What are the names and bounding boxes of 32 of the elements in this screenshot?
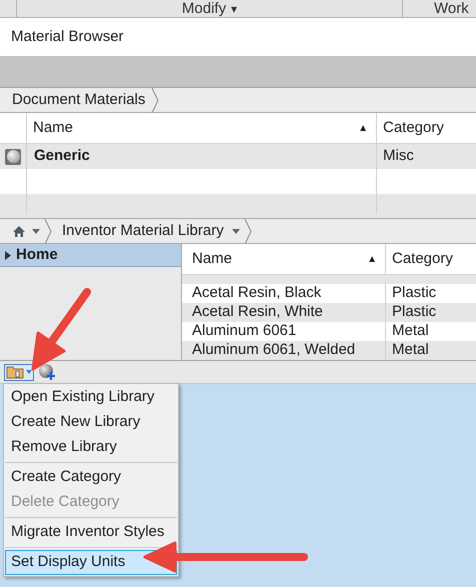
caret-icon xyxy=(32,228,40,234)
table-cell-text: Generic xyxy=(34,146,90,166)
table-cell-text: Metal xyxy=(391,340,429,360)
menu-item[interactable]: Create New Library xyxy=(5,410,177,435)
tree-item[interactable]: Home xyxy=(0,244,181,267)
library-options-button[interactable] xyxy=(4,364,34,380)
table-cell-text: Plastic xyxy=(391,283,436,304)
table-cell-text: Misc xyxy=(383,146,414,166)
menu-item[interactable]: Migrate Inventor Styles xyxy=(5,520,177,545)
add-material-button[interactable] xyxy=(38,363,56,381)
column-header[interactable]: Category xyxy=(386,244,453,274)
breadcrumb-separator-icon xyxy=(151,88,160,112)
breadcrumb-separator-icon xyxy=(244,218,252,244)
ribbon-panel-label[interactable]: Work xyxy=(403,0,469,17)
table-cell-text: Metal xyxy=(391,321,429,342)
folder-icon xyxy=(6,365,24,379)
table-cell-text: Plastic xyxy=(391,302,436,322)
expand-arrow-icon[interactable] xyxy=(5,250,11,260)
column-header[interactable]: Name ▲ xyxy=(182,244,386,274)
window-title: Material Browser xyxy=(11,26,124,47)
column-header[interactable]: Name ▲ xyxy=(27,113,377,143)
ribbon-panel-label[interactable]: Modify ▾ xyxy=(17,0,403,17)
caret-icon xyxy=(232,228,240,234)
breadcrumb-separator-icon xyxy=(44,218,52,244)
home-icon xyxy=(12,224,26,238)
material-swatch-icon xyxy=(5,148,21,164)
sphere-plus-icon xyxy=(38,363,56,381)
menu-item[interactable]: Remove Library xyxy=(5,435,177,460)
column-header[interactable]: Category xyxy=(377,113,444,143)
caret-icon xyxy=(26,370,32,374)
menu-item[interactable]: Create Category xyxy=(5,465,177,490)
menu-item[interactable]: Open Existing Library xyxy=(5,385,177,410)
